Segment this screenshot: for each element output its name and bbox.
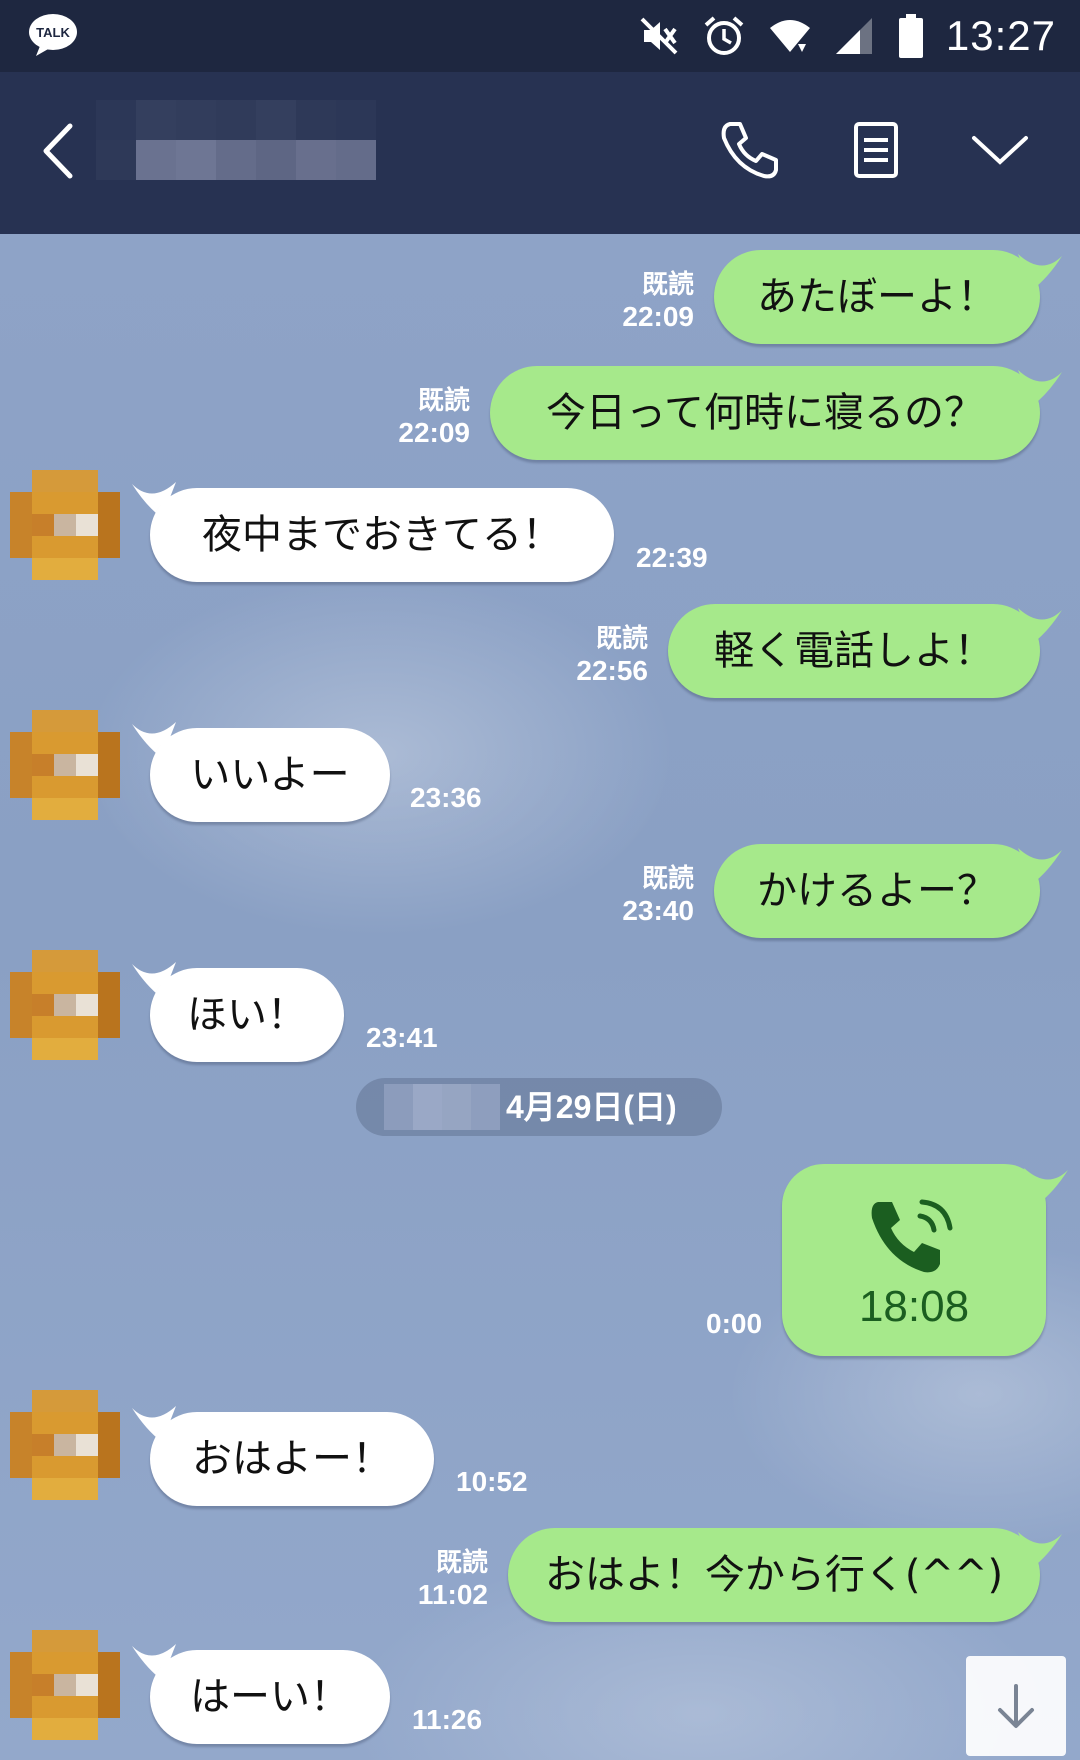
back-icon[interactable] <box>36 120 82 182</box>
line-talk-icon: TALK <box>29 14 77 56</box>
message-time: 23:36 <box>410 782 482 813</box>
bubble-tail <box>1018 608 1062 644</box>
read-receipt: 既読 <box>417 385 470 415</box>
chat-area[interactable]: あたぼーよ！ 既読 22:09 今日って何時に寝るの？ 既読 22:09 夜中ま… <box>0 234 1080 1760</box>
read-receipt: 既読 <box>435 1547 488 1577</box>
message-time: 22:56 <box>576 655 648 686</box>
message-bubble-outgoing[interactable]: あたぼーよ！ <box>714 250 1040 344</box>
contact-avatar[interactable] <box>10 1390 120 1500</box>
contact-avatar[interactable] <box>10 950 120 1060</box>
bubble-tail <box>1018 1532 1062 1568</box>
message-bubble-incoming[interactable]: ほい！ <box>150 968 344 1062</box>
message-meta: 既読 22:56 <box>514 622 648 688</box>
battery-icon <box>898 14 923 58</box>
message-bubble-incoming[interactable]: 夜中までおきてる！ <box>150 488 614 582</box>
scroll-to-bottom-button[interactable] <box>966 1656 1066 1756</box>
bubble-tail <box>1018 370 1062 406</box>
bubble-tail <box>1018 254 1062 290</box>
message-time: 22:39 <box>636 542 708 573</box>
message-text: かけるよー？ <box>757 868 997 914</box>
bubble-tail <box>1024 1168 1068 1204</box>
message-text: おはよ！今から行く(^^) <box>544 1552 1004 1598</box>
message-bubble-incoming[interactable]: おはよー！ <box>150 1412 434 1506</box>
message-meta: 既読 11:02 <box>354 1546 488 1612</box>
read-receipt: 既読 <box>641 863 694 893</box>
message-bubble-incoming[interactable]: いいよー <box>150 728 390 822</box>
status-icons: 13:27 <box>638 8 1056 64</box>
message-text: はーい！ <box>190 1674 350 1720</box>
arrow-down-icon <box>998 1684 1034 1728</box>
phone-icon[interactable] <box>716 116 784 184</box>
date-separator: 4月29日(日) <box>356 1078 722 1136</box>
call-duration: 18:08 <box>858 1282 970 1331</box>
message-bubble-outgoing[interactable]: かけるよー？ <box>714 844 1040 938</box>
message-text: 今日って何時に寝るの？ <box>546 390 984 436</box>
contact-avatar[interactable] <box>10 710 120 820</box>
chat-header <box>0 72 1080 234</box>
message-meta: 既読 23:40 <box>560 862 694 928</box>
message-time: 10:52 <box>456 1466 528 1497</box>
message-text: おはよー！ <box>192 1436 392 1482</box>
call-message-bubble[interactable]: 18:08 <box>782 1164 1046 1356</box>
message-time: 23:40 <box>622 895 694 926</box>
date-redacted <box>384 1084 500 1130</box>
message-text: 夜中までおきてる！ <box>202 512 562 558</box>
contact-name-redacted <box>96 100 376 192</box>
signal-icon <box>835 18 872 54</box>
message-time: 23:41 <box>366 1022 438 1053</box>
message-bubble-incoming[interactable]: はーい！ <box>150 1650 390 1744</box>
contact-avatar[interactable] <box>10 470 120 580</box>
status-bar: TALK 13:27 <box>0 0 1080 72</box>
message-bubble-outgoing[interactable]: おはよ！今から行く(^^) <box>508 1528 1040 1622</box>
message-bubble-outgoing[interactable]: 軽く電話しよ！ <box>668 604 1040 698</box>
call-time: 0:00 <box>706 1308 763 1339</box>
mute-icon <box>640 17 678 55</box>
read-receipt: 既読 <box>641 269 694 299</box>
message-time: 11:02 <box>417 1579 488 1610</box>
bubble-tail <box>1018 848 1062 884</box>
notes-icon[interactable] <box>842 116 910 184</box>
message-time: 22:09 <box>398 417 470 448</box>
message-meta: 既読 22:09 <box>336 384 470 450</box>
chevron-down-icon[interactable] <box>966 116 1034 184</box>
message-time: 22:09 <box>622 301 694 332</box>
message-text: いいよー <box>190 752 350 798</box>
contact-avatar[interactable] <box>10 1630 120 1740</box>
message-meta: 既読 22:09 <box>560 268 694 334</box>
date-text: 4月29日(日) <box>506 1089 677 1125</box>
clock: 13:27 <box>945 12 1056 59</box>
message-time: 11:26 <box>412 1704 483 1735</box>
message-text: あたぼーよ！ <box>757 274 997 320</box>
wifi-icon <box>769 20 810 52</box>
alarm-icon <box>704 16 744 55</box>
read-receipt: 既読 <box>595 623 648 653</box>
message-text: 軽く電話しよ！ <box>714 628 994 674</box>
svg-text:TALK: TALK <box>36 25 70 40</box>
call-icon <box>871 1199 953 1273</box>
message-bubble-outgoing[interactable]: 今日って何時に寝るの？ <box>490 366 1040 460</box>
message-text: ほい！ <box>187 992 307 1038</box>
